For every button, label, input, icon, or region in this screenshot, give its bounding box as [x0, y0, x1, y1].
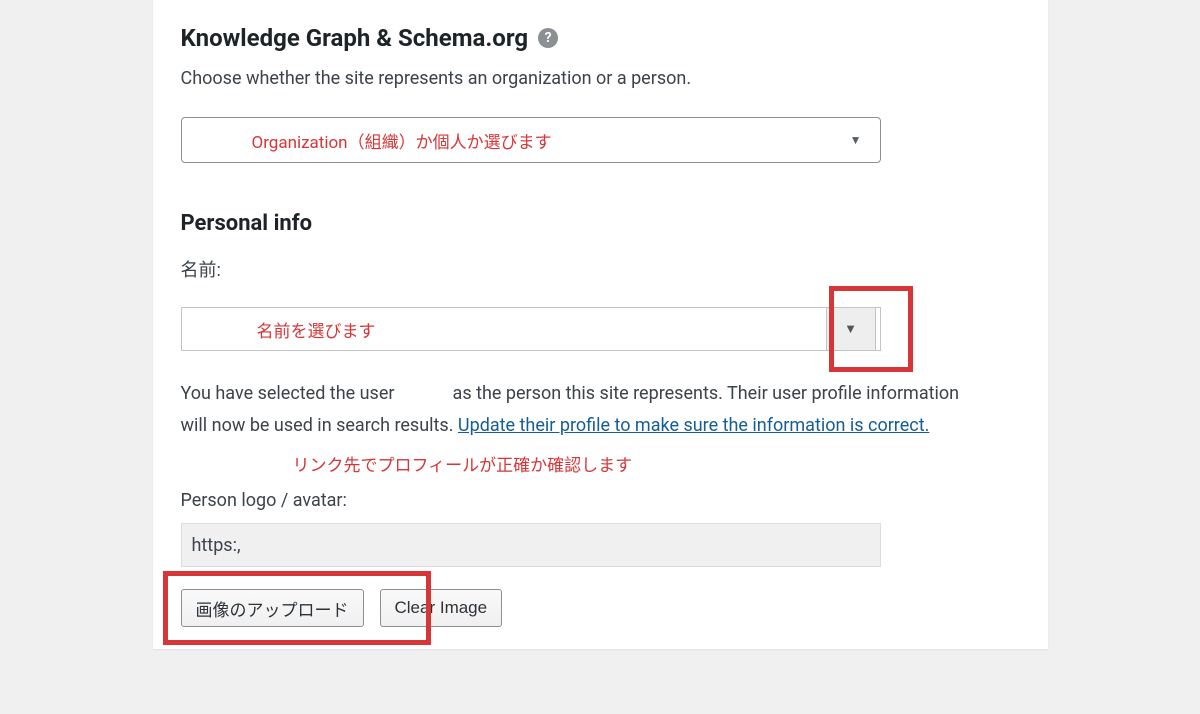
- info-selected-user: [399, 383, 448, 404]
- avatar-label: Person logo / avatar:: [181, 490, 1020, 511]
- entity-type-select[interactable]: Organization（組織）か個人か選びます ▼: [181, 117, 881, 163]
- avatar-url-value: https:,: [192, 535, 241, 556]
- name-select[interactable]: 名前を選びます: [181, 307, 881, 351]
- entity-select-annotation: Organization（組織）か個人か選びます: [252, 128, 552, 153]
- name-select-annotation: 名前を選びます: [257, 317, 376, 342]
- help-icon[interactable]: ?: [538, 28, 558, 48]
- name-dropdown-button[interactable]: ▼: [826, 307, 876, 351]
- section-title-text: Knowledge Graph & Schema.org: [181, 24, 529, 52]
- section-description: Choose whether the site represents an or…: [181, 68, 1020, 89]
- name-label: 名前:: [181, 256, 1020, 282]
- profile-hint-annotation: リンク先でプロフィールが正確か確認します: [293, 451, 1020, 476]
- knowledge-graph-panel: Knowledge Graph & Schema.org ? Choose wh…: [153, 0, 1048, 649]
- avatar-button-row: 画像のアップロード Clear Image: [181, 589, 1020, 627]
- section-title: Knowledge Graph & Schema.org ?: [181, 24, 1020, 52]
- chevron-down-icon: ▼: [850, 133, 862, 147]
- upload-image-button[interactable]: 画像のアップロード: [181, 589, 364, 627]
- selected-user-info: You have selected the user as the person…: [181, 378, 981, 441]
- info-text-part1: You have selected the user: [181, 383, 399, 404]
- chevron-down-icon: ▼: [844, 321, 857, 337]
- name-select-row: 名前を選びます ▼: [181, 300, 901, 358]
- personal-info-heading: Personal info: [181, 211, 1020, 236]
- update-profile-link[interactable]: Update their profile to make sure the in…: [458, 415, 929, 436]
- avatar-url-input[interactable]: https:,: [181, 523, 881, 567]
- clear-image-button[interactable]: Clear Image: [380, 589, 503, 627]
